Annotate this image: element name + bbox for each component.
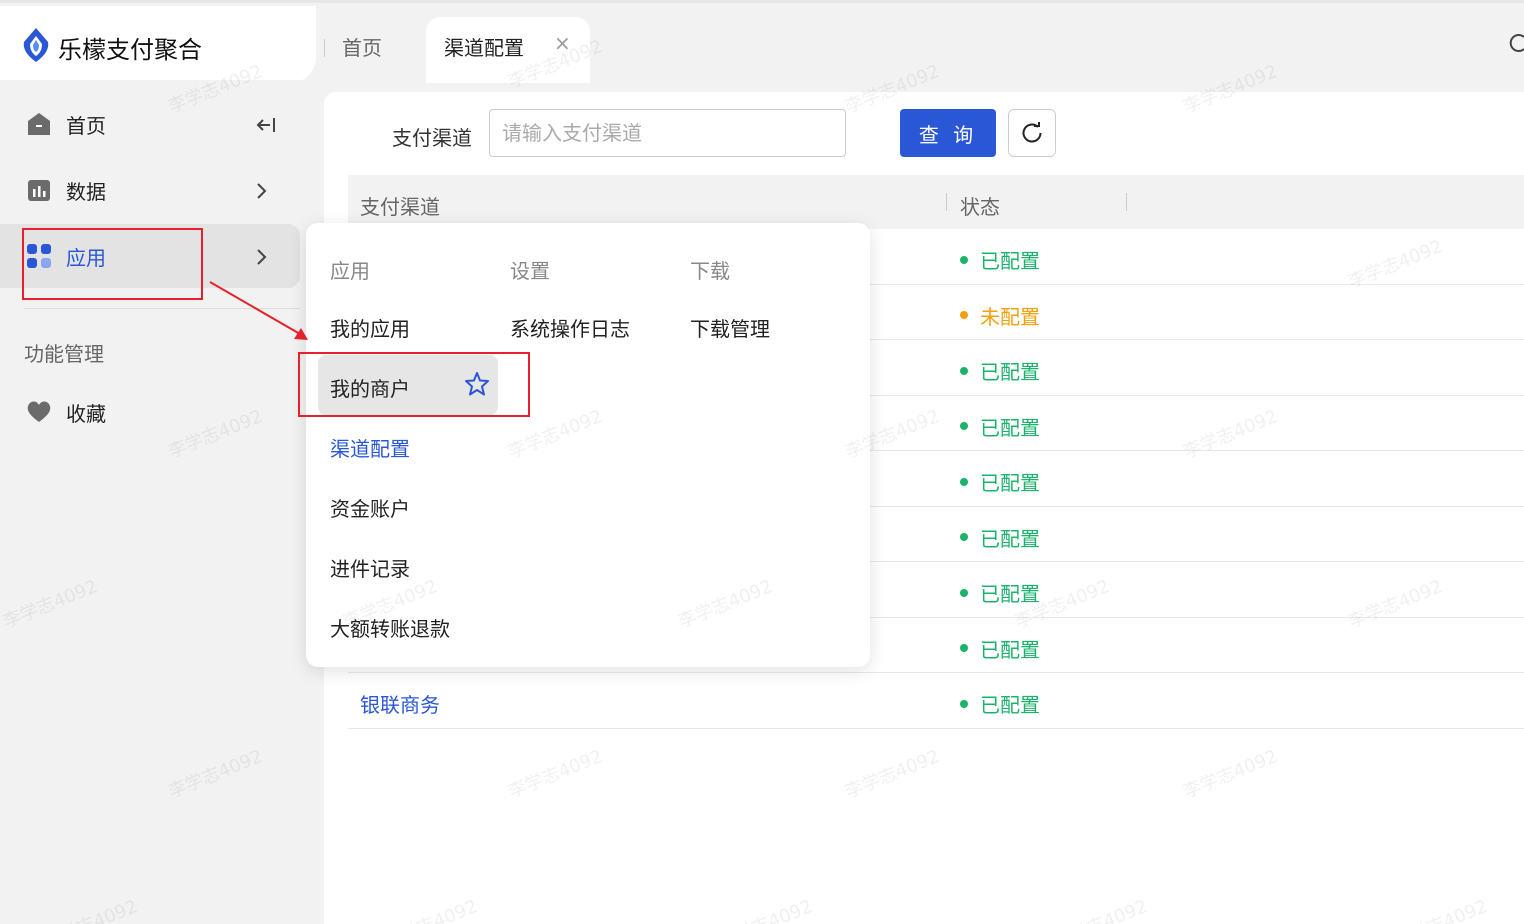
column-header-status: 状态 — [960, 195, 1000, 219]
status-dot — [960, 588, 968, 597]
chevron-right-icon — [257, 249, 267, 265]
status-badge: 已配置 — [960, 412, 1040, 441]
sidebar-item-home[interactable]: 首页 — [0, 92, 300, 156]
sidebar-item-label: 数据 — [66, 179, 106, 204]
chevron-right-icon — [257, 183, 267, 199]
annotation-box — [298, 352, 530, 417]
menu-item-large-transfer-refund[interactable]: 大额转账退款 — [330, 597, 450, 657]
apps-dropdown-menu: 应用 设置 下载 我的应用 我的商户 渠道配置 资金账户 进件记录 大额转账退款… — [306, 223, 870, 667]
reset-button[interactable] — [1008, 109, 1056, 157]
menu-item-my-apps[interactable]: 我的应用 — [330, 297, 410, 357]
annotation-arrow — [209, 281, 308, 340]
status-text: 已配置 — [980, 582, 1040, 606]
query-button[interactable]: 查 询 — [900, 109, 996, 157]
chart-icon — [28, 180, 50, 201]
tab-channel-config[interactable]: 渠道配置 × — [426, 17, 590, 83]
menu-group-title-download: 下载 — [690, 259, 730, 283]
status-badge: 已配置 — [960, 523, 1040, 552]
status-badge: 已配置 — [960, 578, 1040, 607]
status-dot — [960, 644, 968, 652]
status-badge: 已配置 — [960, 689, 1040, 718]
heart-icon — [27, 401, 51, 422]
tab-home[interactable]: 首页 — [342, 32, 382, 61]
table-row: 银联商务 已配置 — [348, 673, 1524, 729]
status-dot — [960, 533, 968, 541]
menu-group-title-settings: 设置 — [510, 259, 550, 283]
logo-icon — [23, 28, 49, 62]
status-text: 已配置 — [980, 249, 1040, 273]
menu-item-download-management[interactable]: 下载管理 — [690, 297, 770, 357]
status-badge: 未配置 — [960, 301, 1040, 330]
status-badge: 已配置 — [960, 356, 1040, 385]
status-text: 已配置 — [980, 637, 1040, 662]
sidebar-item-label: 首页 — [66, 113, 106, 138]
logo-area: 乐檬支付聚合 — [0, 6, 316, 83]
status-text: 已配置 — [980, 526, 1040, 551]
status-dot — [960, 366, 968, 375]
status-badge: 已配置 — [960, 245, 1040, 274]
collapse-icon[interactable] — [254, 116, 276, 134]
channel-search-input[interactable] — [489, 109, 846, 157]
tab-label: 渠道配置 — [444, 36, 524, 60]
status-dot — [960, 311, 968, 319]
close-icon[interactable]: × — [554, 31, 571, 55]
menu-item-system-log[interactable]: 系统操作日志 — [510, 297, 630, 357]
column-header-channel: 支付渠道 — [360, 195, 440, 219]
refresh-icon[interactable] — [1508, 31, 1524, 55]
status-dot — [960, 255, 968, 264]
annotation-box — [22, 228, 203, 300]
sidebar-item-label: 收藏 — [66, 401, 106, 426]
status-text: 未配置 — [980, 304, 1040, 329]
sidebar-item-favorites[interactable]: 收藏 — [0, 380, 300, 444]
status-dot — [960, 699, 968, 708]
section-title: 功能管理 — [24, 342, 104, 366]
status-text: 已配置 — [980, 360, 1040, 384]
menu-item-fund-accounts[interactable]: 资金账户 — [330, 477, 410, 537]
menu-group-title-apps: 应用 — [330, 259, 370, 283]
filter-label: 支付渠道 — [392, 126, 472, 150]
channel-name-link[interactable]: 银联商务 — [360, 689, 440, 718]
home-icon — [28, 113, 50, 135]
top-bar: 乐檬支付聚合 首页 渠道配置 × — [0, 0, 1524, 83]
status-text: 已配置 — [980, 471, 1040, 495]
refresh-icon — [1022, 122, 1042, 143]
status-dot — [960, 422, 968, 430]
column-divider — [946, 193, 947, 211]
status-text: 已配置 — [980, 415, 1040, 440]
status-dot — [960, 477, 968, 486]
status-badge: 已配置 — [960, 467, 1040, 496]
sidebar-item-data[interactable]: 数据 — [0, 158, 300, 222]
column-divider — [1126, 193, 1127, 211]
menu-item-channel-config[interactable]: 渠道配置 — [330, 417, 410, 477]
status-badge: 已配置 — [960, 634, 1040, 663]
tab-divider — [324, 39, 325, 57]
sidebar: 首页 数据 应用 功能管理 收藏 — [0, 80, 324, 924]
app-title: 乐檬支付聚合 — [58, 36, 202, 64]
menu-item-onboarding-records[interactable]: 进件记录 — [330, 537, 410, 597]
table-header: 支付渠道 状态 — [348, 175, 1524, 229]
status-text: 已配置 — [980, 693, 1040, 717]
